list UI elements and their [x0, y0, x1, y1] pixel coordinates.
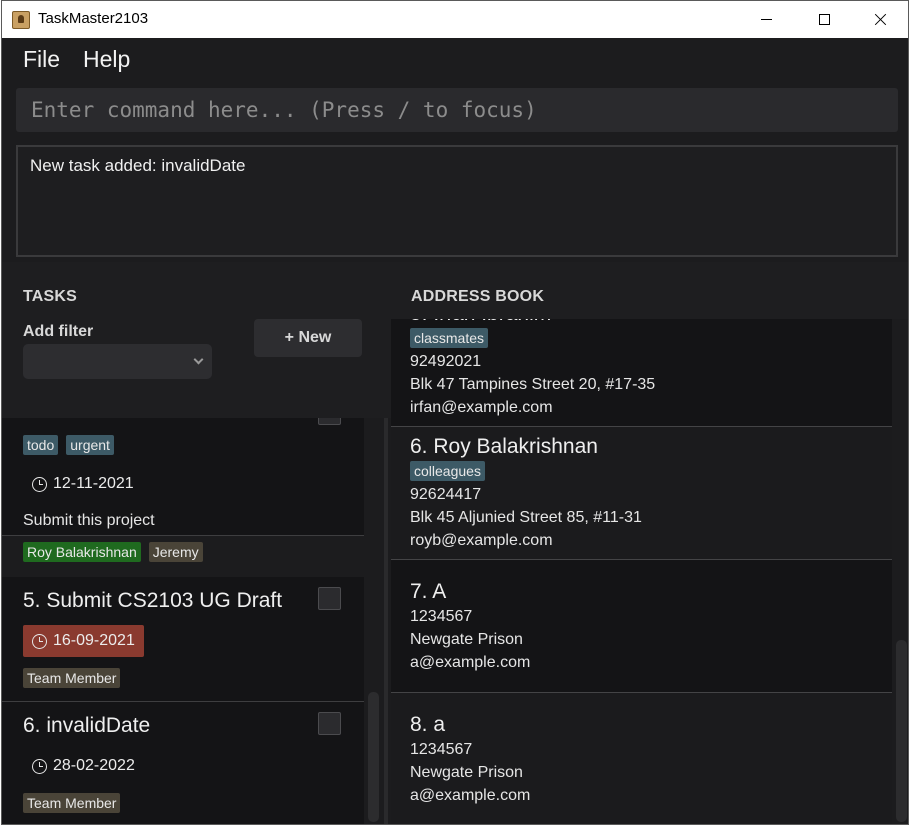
window-title: TaskMaster2103	[38, 10, 149, 27]
tasks-scrollbar[interactable]	[368, 692, 379, 822]
chevron-down-icon	[193, 354, 204, 365]
person-tag: classmates	[410, 328, 489, 348]
person-address: Newgate Prison	[410, 631, 523, 648]
task-description: Submit this project	[23, 512, 155, 529]
task-title: 6. invalidDate	[23, 714, 151, 737]
result-text: New task added: invalidDate	[30, 156, 246, 175]
clock-icon	[32, 633, 47, 649]
tasks-title: TASKS	[23, 288, 78, 305]
task-date: 12-11-2021	[23, 468, 143, 500]
filter-label: Add filter	[23, 323, 94, 340]
task-card[interactable]: 6. invalidDate 28-02-2022 Team Member	[2, 702, 364, 824]
task-tag: todo	[23, 435, 59, 455]
menu-bar: File Help	[2, 38, 908, 84]
person-tag: colleagues	[410, 461, 485, 481]
command-box	[16, 88, 898, 132]
task-date-text: 28-02-2022	[53, 757, 135, 774]
menu-file[interactable]: File	[23, 46, 60, 73]
tasks-list[interactable]: 4. Finish this mod todo urgent 12-11-202…	[2, 362, 364, 824]
task-tags: todo urgent	[23, 435, 114, 455]
task-contacts: Roy Balakrishnan Jeremy	[23, 542, 203, 562]
task-contacts: Team Member	[23, 793, 121, 813]
addressbook-icon	[12, 11, 30, 29]
minimize-button[interactable]	[737, 1, 795, 38]
person-address: Blk 47 Tampines Street 20, #17-35	[410, 376, 656, 393]
task-contact-tag: Roy Balakrishnan	[23, 542, 141, 562]
filter-dropdown[interactable]	[23, 344, 212, 379]
person-email: royb@example.com	[410, 532, 553, 549]
task-date-text: 12-11-2021	[53, 475, 134, 492]
task-contact-tag: Team Member	[23, 668, 121, 688]
address-book-header: ADDRESS BOOK	[391, 262, 908, 319]
task-date: 28-02-2022	[23, 750, 144, 782]
person-address: Newgate Prison	[410, 764, 523, 781]
person-phone: 1234567	[410, 741, 473, 758]
task-contacts: Team Member	[23, 668, 121, 688]
maximize-button[interactable]	[795, 1, 853, 38]
task-contact-tag: Jeremy	[148, 542, 203, 562]
person-phone: 92624417	[410, 486, 482, 503]
person-email: a@example.com	[410, 654, 531, 671]
person-phone: 92492021	[410, 353, 482, 370]
task-tag: urgent	[66, 435, 114, 455]
title-bar: TaskMaster2103	[2, 1, 908, 38]
clock-icon	[32, 476, 47, 492]
minimize-icon	[760, 19, 772, 20]
person-card[interactable]: 7. A 1234567 Newgate Prison a@example.co…	[391, 560, 892, 693]
close-icon	[874, 13, 887, 26]
address-book-title: ADDRESS BOOK	[411, 288, 545, 305]
tasks-panel: 4. Finish this mod todo urgent 12-11-202…	[2, 262, 391, 824]
address-book-scrollbar[interactable]	[896, 640, 907, 822]
result-display: New task added: invalidDate	[16, 145, 898, 257]
person-address: Blk 45 Aljunied Street 85, #11-31	[410, 509, 642, 526]
person-name: 7. A	[410, 580, 447, 603]
person-email: irfan@example.com	[410, 399, 553, 416]
task-done-checkbox[interactable]	[318, 712, 341, 735]
task-done-checkbox[interactable]	[318, 587, 341, 610]
new-task-button[interactable]: + New	[254, 319, 362, 357]
person-name: 6. Roy Balakrishnan	[410, 435, 598, 458]
task-date-overdue: 16-09-2021	[23, 625, 144, 657]
person-email: a@example.com	[410, 787, 531, 804]
task-card[interactable]: 5. Submit CS2103 UG Draft 16-09-2021 Tea…	[2, 577, 364, 702]
maximize-icon	[818, 14, 830, 25]
clock-icon	[32, 758, 47, 774]
person-name: 8. a	[410, 713, 446, 736]
command-input[interactable]	[16, 88, 898, 132]
task-contact-tag: Team Member	[23, 793, 121, 813]
task-title: 5. Submit CS2103 UG Draft	[23, 589, 283, 612]
person-card[interactable]: 8. a 1234567 Newgate Prison a@example.co…	[391, 693, 892, 824]
task-date-text: 16-09-2021	[53, 632, 135, 649]
person-phone: 1234567	[410, 608, 473, 625]
app-window: TaskMaster2103 File Help New task added:…	[1, 0, 909, 825]
close-button[interactable]	[851, 1, 908, 38]
tasks-header: TASKS Add filter + New	[2, 262, 391, 418]
address-book-panel: 5. Irfan Ibrahim classmates 92492021 Blk…	[391, 262, 908, 824]
person-card[interactable]: 6. Roy Balakrishnan colleagues 92624417 …	[391, 427, 892, 560]
menu-help[interactable]: Help	[83, 46, 130, 73]
